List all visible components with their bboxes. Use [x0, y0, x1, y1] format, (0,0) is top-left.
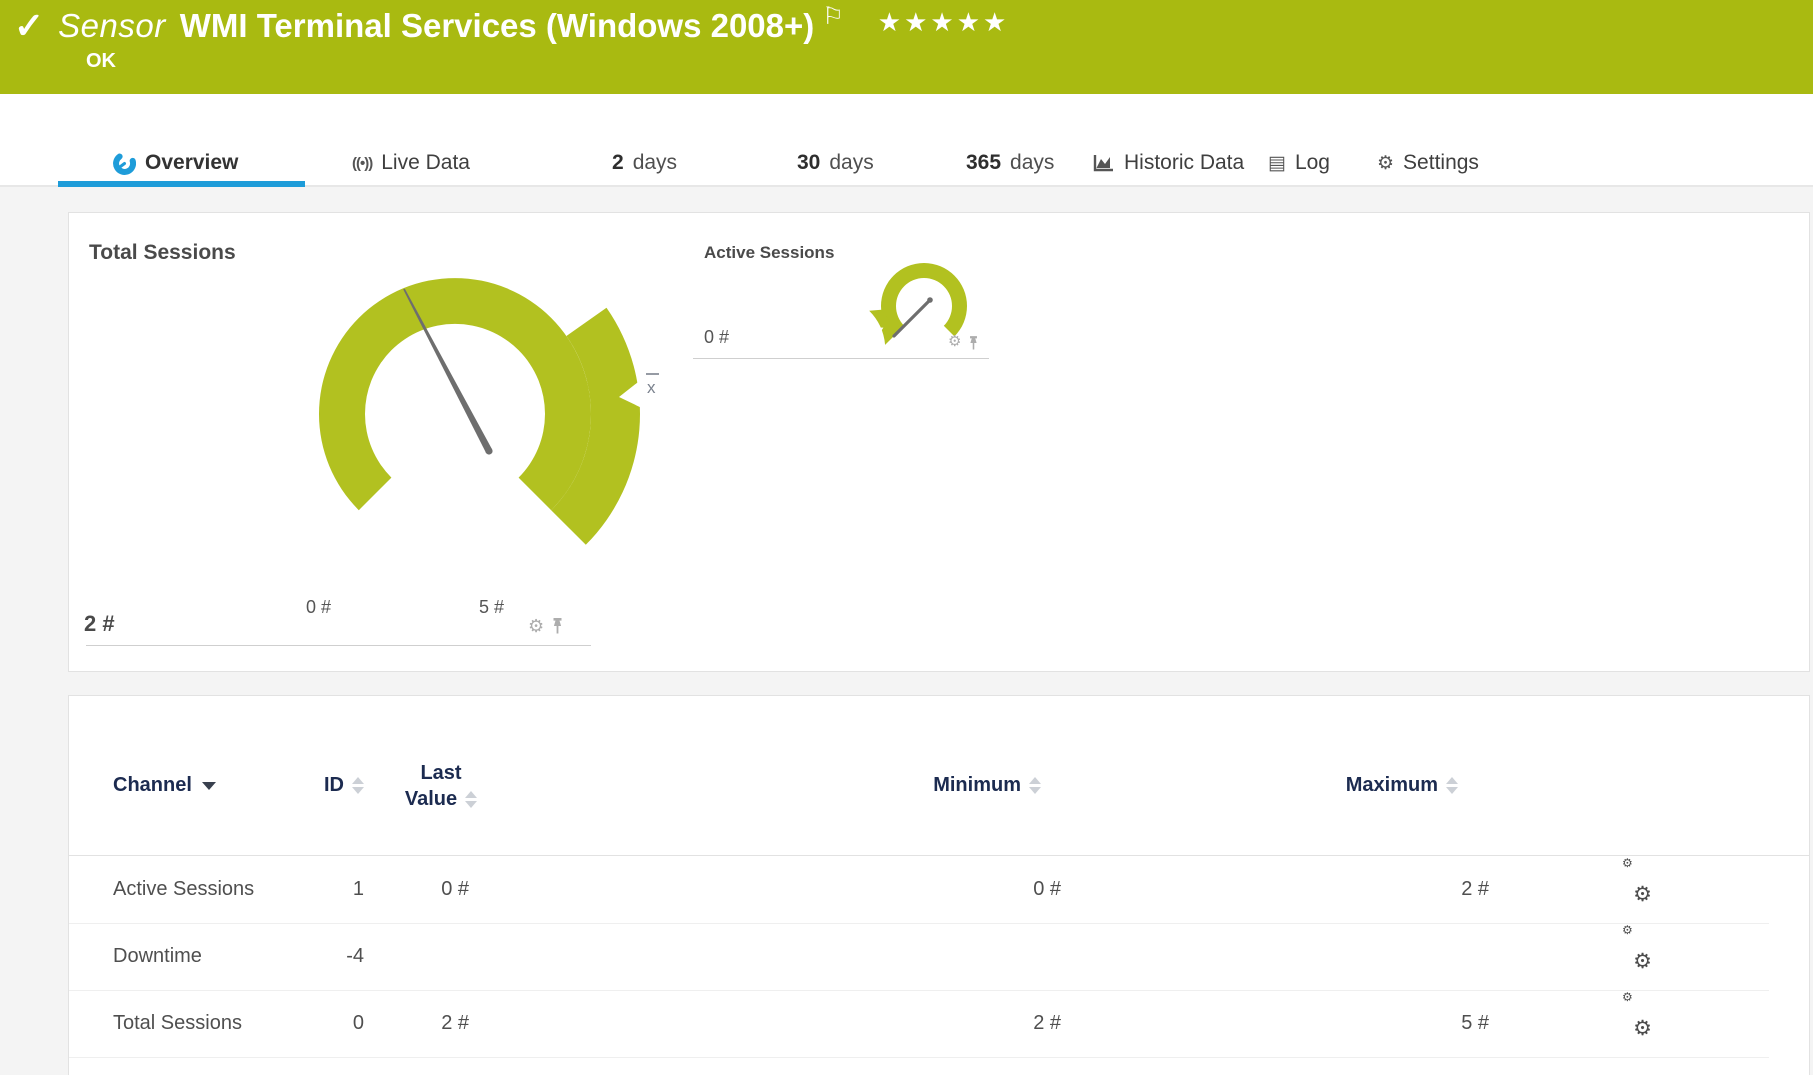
gear-icon: ⚙ — [1377, 152, 1395, 174]
tab-number: 365 — [966, 151, 1002, 174]
tab-number: 2 — [612, 151, 624, 174]
status-badge: OK — [86, 50, 116, 72]
tab-number: 30 — [797, 151, 821, 174]
log-icon: ▤ — [1268, 152, 1286, 174]
sensor-title: WMI Terminal Services (Windows 2008+) — [179, 7, 815, 44]
tab-historic-data[interactable]: Historic Data — [1093, 148, 1244, 178]
tab-live-data[interactable]: ((•)) Live Data — [352, 148, 470, 178]
table-row[interactable]: Downtime -4 ⚙ ⚙ — [69, 923, 1769, 991]
total-sessions-value: 2 # — [84, 611, 115, 636]
tab-365-days[interactable]: 365 days — [966, 148, 1054, 178]
channel-gear-icon[interactable]: ⚙ — [948, 333, 961, 351]
ok-check-icon: ✓ — [14, 5, 45, 46]
channel-table-card: Channel ID Last Value Minimum Maximum Ac… — [68, 695, 1810, 1075]
gauge-min-label: 0 # — [306, 597, 332, 617]
column-header-last-value[interactable]: Last Value — [376, 760, 506, 812]
sensor-status-header: ✓ Sensor WMI Terminal Services (Windows … — [0, 0, 1813, 94]
tile-divider — [86, 645, 591, 646]
column-label: Channel — [113, 774, 192, 796]
table-row[interactable]: Total Sessions 0 2 # 2 # 5 # ⚙ ⚙ — [69, 990, 1769, 1058]
cell-id: 1 — [352, 878, 364, 900]
flag-icon[interactable]: ⚐ — [822, 2, 844, 31]
gauge-icon — [113, 152, 136, 175]
priority-stars[interactable]: ★★★★★ — [878, 7, 1010, 38]
active-tab-underline — [58, 181, 305, 187]
overview-gauges-card: Total Sessions x 0 # 5 # 2 # ⚙ Active Se… — [68, 212, 1810, 672]
area-chart-icon — [1093, 153, 1115, 173]
pin-icon[interactable] — [550, 617, 565, 635]
cell-id: -4 — [346, 945, 364, 967]
cell-minimum: 0 # — [1033, 878, 1061, 900]
column-header-maximum[interactable]: Maximum — [1269, 774, 1458, 797]
cell-settings: ⚙ ⚙ — [1612, 923, 1662, 990]
pin-icon[interactable] — [967, 335, 980, 351]
sort-icon — [352, 777, 364, 794]
cell-minimum: 2 # — [1033, 1012, 1061, 1034]
tile-divider — [693, 358, 989, 359]
sort-icon — [1029, 777, 1041, 794]
channel-settings-gears-icon[interactable]: ⚙ ⚙ — [1622, 856, 1652, 906]
tab-label: days — [829, 151, 874, 174]
tab-label: Settings — [1403, 151, 1479, 174]
cell-minimum — [921, 923, 1061, 990]
cell-id: 0 — [352, 1012, 364, 1034]
gauge-max-label: 5 # — [479, 597, 505, 617]
cell-maximum: 5 # — [1461, 1012, 1489, 1034]
tab-label: days — [1010, 151, 1055, 174]
cell-maximum: 2 # — [1461, 878, 1489, 900]
live-data-icon: ((•)) — [352, 154, 373, 172]
channel-settings-gears-icon[interactable]: ⚙ ⚙ — [1622, 923, 1652, 973]
table-row[interactable]: Active Sessions 1 0 # 0 # 2 # ⚙ ⚙ — [69, 856, 1769, 924]
total-sessions-title: Total Sessions — [89, 241, 236, 264]
tab-30-days[interactable]: 30 days — [797, 148, 874, 178]
tab-label: Log — [1294, 151, 1330, 174]
tab-label: Live Data — [381, 151, 470, 174]
cell-settings: ⚙ ⚙ — [1612, 990, 1662, 1057]
column-header-id[interactable]: ID — [269, 774, 364, 797]
channel-table-header: Channel ID Last Value Minimum Maximum — [69, 696, 1809, 856]
cell-last-value — [369, 923, 469, 990]
column-label: Value — [404, 788, 458, 810]
cell-settings: ⚙ ⚙ — [1612, 856, 1662, 923]
channel-settings-gears-icon[interactable]: ⚙ ⚙ — [1622, 990, 1652, 1040]
tab-label: Overview — [145, 151, 239, 174]
column-label: ID — [324, 774, 344, 796]
active-sessions-title: Active Sessions — [704, 243, 835, 262]
column-header-minimum[interactable]: Minimum — [869, 774, 1041, 797]
tab-label: Historic Data — [1124, 151, 1245, 174]
cell-channel[interactable]: Total Sessions — [113, 990, 242, 1057]
tab-overview[interactable]: Overview — [113, 148, 238, 178]
cell-maximum — [1349, 923, 1489, 990]
active-sessions-value: 0 # — [704, 327, 730, 347]
total-sessions-gauge: x — [319, 278, 670, 545]
column-header-channel[interactable]: Channel — [113, 774, 216, 797]
cell-last-value: 0 # — [441, 878, 469, 900]
tab-log[interactable]: ▤ Log — [1268, 148, 1330, 178]
sort-icon — [465, 790, 478, 808]
cell-channel[interactable]: Downtime — [113, 923, 202, 990]
average-marker-label: x — [647, 378, 656, 397]
sensor-tab-bar: Overview ((•)) Live Data 2 days 30 days … — [0, 94, 1813, 187]
column-label: Minimum — [933, 774, 1021, 796]
object-kind-label: Sensor — [58, 7, 166, 44]
cell-last-value: 2 # — [441, 1012, 469, 1034]
channel-gear-icon[interactable]: ⚙ — [528, 617, 544, 635]
sort-icon — [1446, 777, 1458, 794]
sort-desc-icon — [201, 781, 216, 790]
tab-2-days[interactable]: 2 days — [612, 148, 677, 178]
tab-settings[interactable]: ⚙ Settings — [1377, 148, 1479, 178]
column-label: Maximum — [1345, 774, 1438, 796]
tab-label: days — [632, 151, 678, 174]
column-label: Last — [420, 762, 462, 784]
cell-channel[interactable]: Active Sessions — [113, 856, 254, 923]
